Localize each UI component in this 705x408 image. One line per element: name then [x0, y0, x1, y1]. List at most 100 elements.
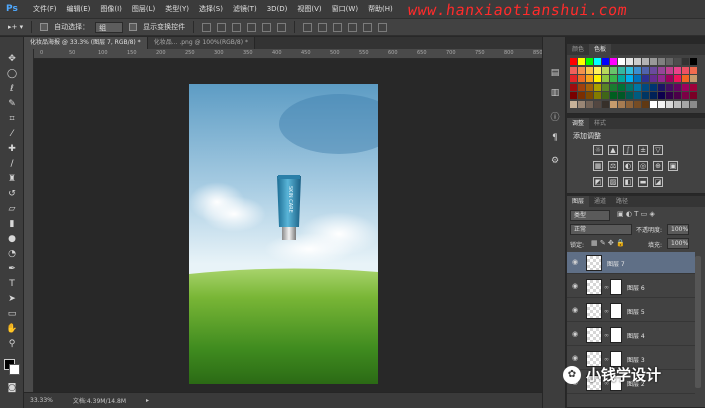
color-swatch[interactable]: [626, 58, 633, 65]
color-swatch[interactable]: [682, 66, 689, 74]
color-swatch[interactable]: [650, 58, 657, 65]
color-swatch[interactable]: [594, 58, 601, 65]
selective-color-icon[interactable]: ◪: [653, 177, 663, 187]
color-swatch[interactable]: [594, 100, 601, 108]
color-swatch[interactable]: [578, 58, 585, 65]
tab-channels[interactable]: 通道: [589, 196, 611, 207]
color-swatch[interactable]: [658, 83, 665, 91]
color-swatch[interactable]: [666, 100, 673, 108]
color-swatch[interactable]: [634, 75, 641, 82]
color-swatch[interactable]: [658, 92, 665, 99]
color-swatch[interactable]: [626, 83, 633, 91]
tab-paths[interactable]: 路径: [611, 196, 633, 207]
layer-row[interactable]: ◉ ∞ 图层 6: [567, 276, 695, 298]
layer-mask-thumbnail[interactable]: [610, 279, 622, 295]
layer-filter-icons[interactable]: ▣ ◐ T ▭ ◈: [617, 210, 655, 218]
visibility-eye-icon[interactable]: ◉: [572, 355, 580, 362]
lock-icons[interactable]: ▦ ✎ ✥ 🔒: [591, 239, 625, 247]
tab-poster[interactable]: 化妆品海报 @ 33.3% (图层 7, RGB/8) *: [24, 37, 148, 49]
eraser-tool-icon[interactable]: ▱: [5, 203, 19, 216]
color-swatch[interactable]: [578, 92, 585, 99]
threshold-icon[interactable]: ◧: [623, 177, 633, 187]
move-tool-icon[interactable]: ▸+ ▾: [8, 23, 23, 31]
distribute-vcenter-icon[interactable]: [318, 22, 328, 32]
color-swatch[interactable]: [602, 92, 609, 99]
channel-mixer-icon[interactable]: ⊕: [653, 161, 663, 171]
visibility-eye-icon[interactable]: ◉: [572, 283, 580, 290]
color-swatch[interactable]: [674, 75, 681, 82]
canvas-workspace[interactable]: SKIN CARE: [34, 59, 542, 392]
history-panel-icon[interactable]: ▤: [549, 67, 561, 79]
eyedropper-tool-icon[interactable]: ⁄: [5, 128, 19, 141]
zoom-tool-icon[interactable]: ⚲: [5, 338, 19, 351]
color-swatch[interactable]: [578, 100, 585, 108]
layer-mask-thumbnail[interactable]: [610, 327, 622, 343]
history-brush-tool-icon[interactable]: ↺: [5, 188, 19, 201]
color-swatch[interactable]: [642, 58, 649, 65]
color-swatch[interactable]: [690, 75, 697, 82]
visibility-eye-icon[interactable]: ◉: [572, 259, 580, 266]
distribute-left-icon[interactable]: [348, 22, 358, 32]
lasso-tool-icon[interactable]: ℓ: [5, 83, 19, 96]
color-swatch[interactable]: [618, 58, 625, 65]
hand-tool-icon[interactable]: ✋: [5, 323, 19, 336]
menu-view[interactable]: 视图(V): [292, 0, 326, 18]
color-swatch[interactable]: [674, 100, 681, 108]
color-swatch[interactable]: [666, 83, 673, 91]
color-swatch[interactable]: [642, 92, 649, 99]
color-swatch[interactable]: [650, 100, 657, 108]
color-swatch[interactable]: [682, 83, 689, 91]
color-swatch[interactable]: [618, 66, 625, 74]
menu-3d[interactable]: 3D(D): [262, 0, 293, 18]
color-balance-icon[interactable]: ⚖: [608, 161, 618, 171]
color-swatch[interactable]: [658, 66, 665, 74]
move-tool-icon[interactable]: ✥: [5, 53, 19, 66]
mask-link-icon[interactable]: ∞: [604, 308, 609, 315]
color-swatch[interactable]: [642, 75, 649, 82]
color-swatch[interactable]: [626, 75, 633, 82]
tab-adjustments[interactable]: 调整: [567, 118, 590, 129]
menu-layer[interactable]: 图层(L): [127, 0, 160, 18]
color-swatch[interactable]: [626, 66, 633, 74]
color-swatch[interactable]: [578, 83, 585, 91]
visibility-eye-icon[interactable]: ◉: [572, 331, 580, 338]
color-swatch[interactable]: [602, 58, 609, 65]
tool-presets-icon[interactable]: ⚙: [549, 155, 561, 167]
color-swatch[interactable]: [610, 75, 617, 82]
properties-panel-icon[interactable]: ▥: [549, 87, 561, 99]
menu-type[interactable]: 类型(Y): [160, 0, 194, 18]
quick-select-tool-icon[interactable]: ✎: [5, 98, 19, 111]
dodge-tool-icon[interactable]: ◔: [5, 248, 19, 261]
pen-tool-icon[interactable]: ✒: [5, 263, 19, 276]
color-swatch[interactable]: [658, 75, 665, 82]
blend-mode-dropdown[interactable]: 正常: [570, 224, 632, 235]
photo-filter-icon[interactable]: ◎: [638, 161, 648, 171]
color-swatch[interactable]: [586, 92, 593, 99]
document-canvas[interactable]: SKIN CARE: [189, 84, 378, 384]
status-arrow-icon[interactable]: ▸: [146, 397, 149, 404]
tab-styles[interactable]: 样式: [589, 118, 611, 129]
color-swatch[interactable]: [682, 100, 689, 108]
crop-tool-icon[interactable]: ⌗: [5, 113, 19, 126]
auto-select-checkbox[interactable]: [40, 23, 49, 31]
color-swatch[interactable]: [650, 66, 657, 74]
tab-color[interactable]: 颜色: [567, 44, 589, 55]
background-color-swatch[interactable]: [9, 364, 20, 375]
color-swatch[interactable]: [634, 92, 641, 99]
brush-tool-icon[interactable]: /: [5, 158, 19, 171]
menu-edit[interactable]: 编辑(E): [62, 0, 96, 18]
distribute-top-icon[interactable]: [303, 22, 313, 32]
distribute-right-icon[interactable]: [378, 22, 388, 32]
menu-image[interactable]: 图像(I): [95, 0, 127, 18]
color-swatch[interactable]: [570, 75, 577, 82]
mask-link-icon[interactable]: ∞: [604, 284, 609, 291]
invert-icon[interactable]: ◩: [593, 177, 603, 187]
align-vcenter-icon[interactable]: [217, 22, 227, 32]
levels-icon[interactable]: ▲: [608, 145, 618, 155]
layers-scrollbar[interactable]: [695, 256, 701, 388]
color-lookup-icon[interactable]: ▣: [668, 161, 678, 171]
color-swatch[interactable]: [602, 66, 609, 74]
color-swatch[interactable]: [690, 66, 697, 74]
color-swatch[interactable]: [586, 58, 593, 65]
menu-select[interactable]: 选择(S): [194, 0, 228, 18]
